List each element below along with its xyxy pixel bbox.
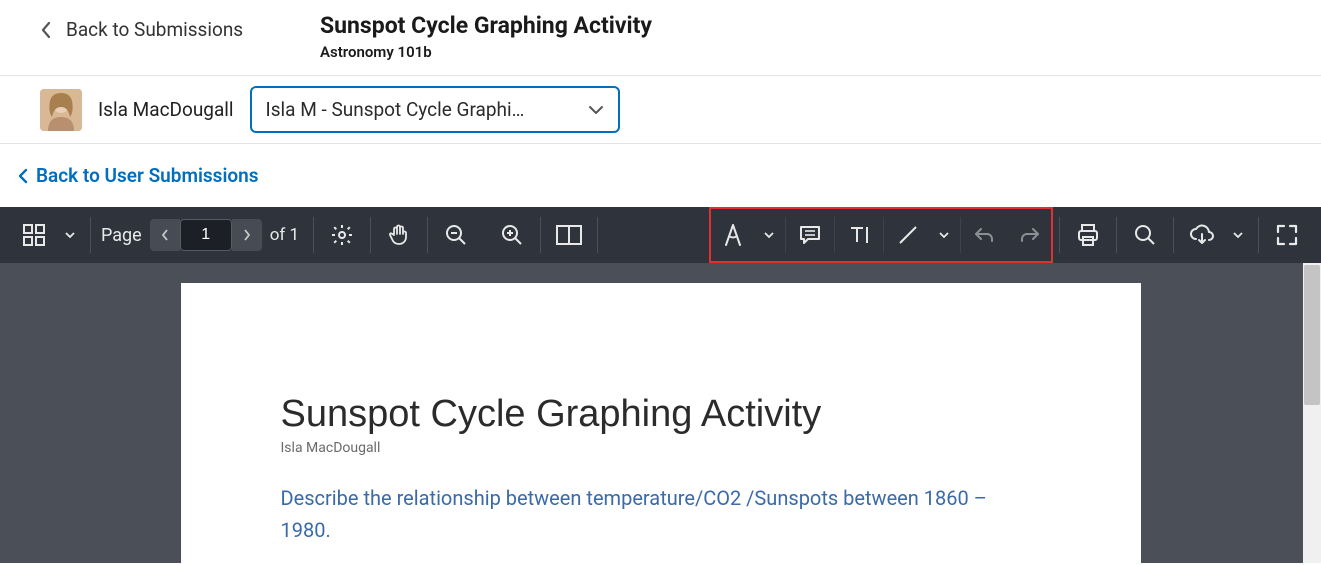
chevron-down-icon (764, 232, 774, 238)
search-button[interactable] (1123, 213, 1167, 257)
chevron-down-icon (1233, 232, 1243, 238)
settings-button[interactable] (320, 213, 364, 257)
page-count-label: of 1 (270, 225, 299, 245)
pdf-viewer-toolbar: Page of 1 (0, 207, 1321, 263)
page-layout-button[interactable] (547, 213, 591, 257)
line-tool-dropdown[interactable] (930, 213, 958, 257)
document-page: Sunspot Cycle Graphing Activity Isla Mac… (181, 283, 1141, 563)
chevron-down-icon (939, 232, 949, 238)
comment-icon (798, 224, 822, 246)
page-number-input[interactable] (180, 219, 232, 251)
separator (1173, 217, 1174, 253)
separator (834, 217, 835, 253)
back-to-user-submissions-link[interactable]: Back to User Submissions (0, 144, 1321, 207)
separator (883, 217, 884, 253)
file-select-dropdown[interactable]: Isla M - Sunspot Cycle Graphi… (250, 86, 620, 133)
comment-tool-button[interactable] (788, 213, 832, 257)
top-header: Back to Submissions Sunspot Cycle Graphi… (0, 0, 1321, 76)
line-tool-button[interactable] (886, 213, 930, 257)
zoom-in-button[interactable] (490, 213, 534, 257)
zoom-out-icon (444, 223, 468, 247)
back-to-user-submissions-label: Back to User Submissions (36, 164, 259, 187)
pdf-viewer-body[interactable]: Sunspot Cycle Graphing Activity Isla Mac… (0, 263, 1321, 563)
scrollbar-thumb[interactable] (1304, 265, 1320, 405)
separator (90, 217, 91, 253)
separator (370, 217, 371, 253)
undo-button[interactable] (963, 213, 1007, 257)
cloud-download-icon (1189, 223, 1215, 247)
zoom-out-button[interactable] (434, 213, 478, 257)
download-button[interactable] (1180, 213, 1224, 257)
text-tool-button[interactable] (837, 213, 881, 257)
user-row: Isla MacDougall Isla M - Sunspot Cycle G… (0, 76, 1321, 144)
download-dropdown[interactable] (1224, 213, 1252, 257)
zoom-in-icon (500, 223, 524, 247)
undo-icon (973, 225, 997, 245)
separator (313, 217, 314, 253)
scrollbar[interactable] (1303, 263, 1321, 563)
fullscreen-icon (1276, 224, 1298, 246)
redo-button[interactable] (1007, 213, 1051, 257)
drawing-tool-button[interactable] (711, 213, 755, 257)
compass-icon (722, 223, 744, 247)
fullscreen-button[interactable] (1265, 213, 1309, 257)
chevron-left-icon (161, 229, 169, 241)
chevron-left-icon (40, 21, 52, 39)
thumbnails-dropdown[interactable] (56, 213, 84, 257)
separator (1258, 217, 1259, 253)
drawing-tool-dropdown[interactable] (755, 213, 783, 257)
student-name: Isla MacDougall (98, 98, 234, 121)
document-title: Sunspot Cycle Graphing Activity (281, 393, 1041, 436)
chevron-down-icon (588, 105, 604, 115)
separator (427, 217, 428, 253)
page-label: Page (101, 225, 142, 246)
chevron-right-icon (243, 229, 251, 241)
redo-icon (1017, 225, 1041, 245)
prev-page-button[interactable] (150, 219, 180, 251)
print-icon (1076, 223, 1100, 247)
document-body-text: Describe the relationship between temper… (281, 482, 1041, 546)
line-icon (896, 223, 920, 247)
annotation-tools-group (709, 207, 1053, 263)
course-name: Astronomy 101b (320, 43, 652, 61)
search-icon (1133, 223, 1157, 247)
pan-button[interactable] (377, 213, 421, 257)
back-to-submissions-label: Back to Submissions (66, 18, 243, 41)
chevron-left-icon (18, 168, 28, 184)
file-select-label: Isla M - Sunspot Cycle Graphi… (266, 98, 525, 121)
separator (785, 217, 786, 253)
text-icon (847, 224, 871, 246)
hand-icon (387, 223, 411, 247)
separator (597, 217, 598, 253)
avatar (40, 89, 82, 131)
print-button[interactable] (1066, 213, 1110, 257)
assignment-title: Sunspot Cycle Graphing Activity (320, 12, 652, 39)
separator (960, 217, 961, 253)
next-page-button[interactable] (232, 219, 262, 251)
separator (540, 217, 541, 253)
assignment-title-block: Sunspot Cycle Graphing Activity Astronom… (300, 0, 672, 75)
chevron-down-icon (65, 232, 75, 238)
separator (1059, 217, 1060, 253)
separator (1116, 217, 1117, 253)
page-layout-icon (556, 225, 582, 245)
gear-icon (330, 223, 354, 247)
thumbnails-button[interactable] (12, 213, 56, 257)
document-author: Isla MacDougall (281, 440, 1041, 456)
grid-icon (23, 224, 45, 246)
back-to-submissions-link[interactable]: Back to Submissions (0, 0, 300, 59)
